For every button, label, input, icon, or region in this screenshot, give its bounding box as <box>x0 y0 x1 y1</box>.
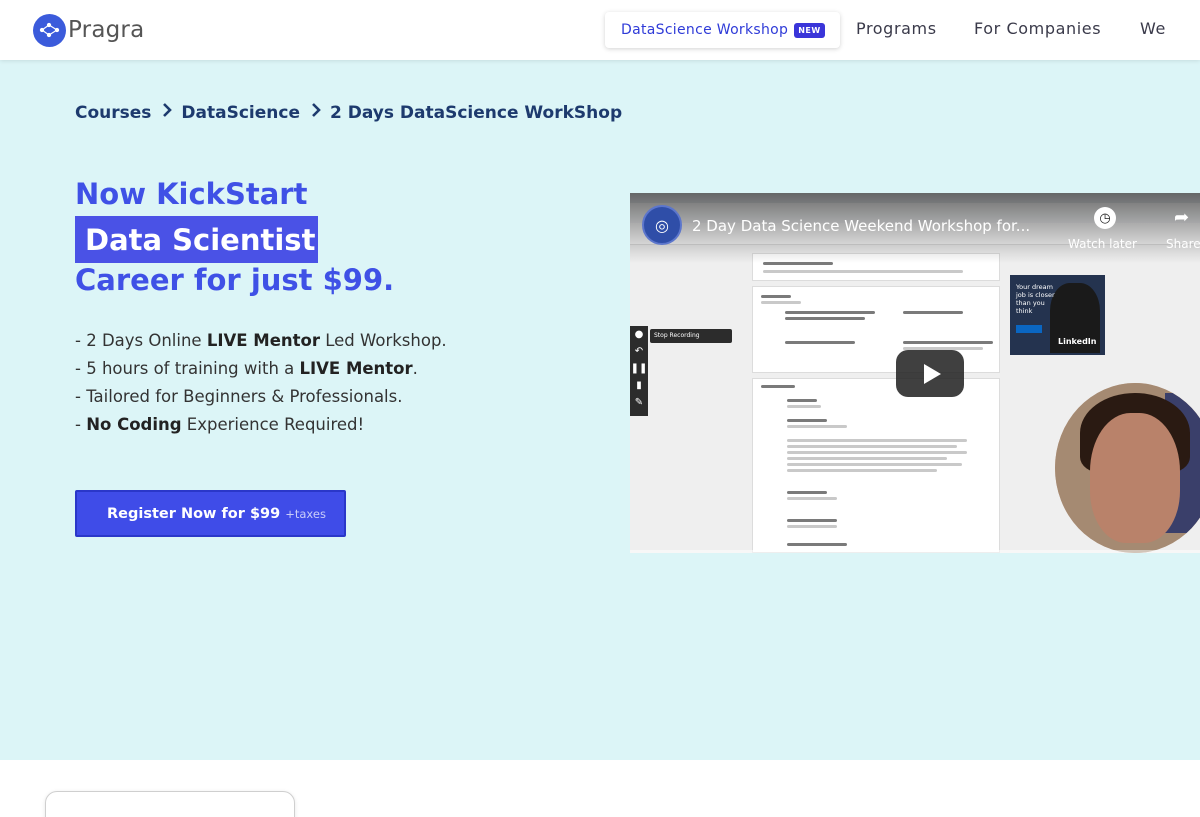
stop-recording-label: Stop Recording <box>650 329 732 343</box>
breadcrumb: Courses DataScience 2 Days DataScience W… <box>75 102 622 123</box>
watch-later-label[interactable]: Watch later <box>1068 237 1137 251</box>
trash-icon: ▮ <box>636 380 642 391</box>
hero-bullets: - 2 Days Online LIVE Mentor Led Workshop… <box>75 327 447 439</box>
webcam-bubble <box>1055 383 1200 553</box>
play-icon <box>923 363 941 384</box>
linkedin-ad: Your dream job is closer than you think … <box>1010 275 1105 355</box>
channel-avatar-icon[interactable]: ◎ <box>642 205 682 245</box>
bullet-item: - 5 hours of training with a LIVE Mentor… <box>75 359 418 378</box>
video-player[interactable]: Your dream job is closer than you think … <box>630 193 1200 553</box>
chevron-right-icon <box>310 102 322 123</box>
new-badge: NEW <box>794 22 825 38</box>
datascience-workshop-button[interactable]: DataScience Workshop NEW <box>605 12 840 48</box>
section-tab[interactable] <box>45 791 295 817</box>
clock-icon[interactable]: ◷ <box>1094 207 1116 229</box>
logo-network-icon <box>33 13 66 47</box>
share-icon[interactable]: ➦ <box>1174 207 1189 228</box>
ad-brand: LinkedIn <box>1058 337 1097 346</box>
pen-icon: ✎ <box>634 397 644 408</box>
hero-headline-3: Career for just $99. <box>75 263 395 297</box>
undo-icon: ↶ <box>634 346 644 357</box>
breadcrumb-datascience[interactable]: DataScience <box>181 103 300 123</box>
ad-button <box>1016 325 1042 333</box>
share-label[interactable]: Share <box>1166 237 1200 251</box>
record-icon: ● <box>634 329 644 340</box>
logo[interactable]: Pragra <box>33 13 145 47</box>
ad-text: Your dream job is closer than you think <box>1016 283 1055 315</box>
breadcrumb-current: 2 Days DataScience WorkShop <box>330 102 623 123</box>
bullet-item: - No Coding Experience Required! <box>75 415 365 434</box>
top-nav: Pragra DataScience Workshop NEW Programs… <box>0 0 1200 60</box>
play-button[interactable] <box>896 350 964 397</box>
hero-highlight: Data Scientist <box>75 216 318 263</box>
register-button-suffix: +taxes <box>285 506 326 521</box>
video-progress-bar[interactable] <box>630 550 1200 553</box>
register-button[interactable]: Register Now for $99 +taxes <box>75 490 346 537</box>
recording-toolbar: ● ↶ ❚❚ ▮ ✎ <box>630 326 648 416</box>
nav-link-we[interactable]: We <box>1140 19 1166 38</box>
experience-card <box>752 378 1000 553</box>
workshop-pill-label: DataScience Workshop <box>621 22 789 38</box>
bullet-item: - Tailored for Beginners & Professionals… <box>75 387 403 406</box>
video-title[interactable]: 2 Day Data Science Weekend Workshop for.… <box>692 217 1030 235</box>
nav-link-programs[interactable]: Programs <box>856 19 937 38</box>
logo-text: Pragra <box>68 17 145 43</box>
register-button-label: Register Now for $99 <box>107 505 281 522</box>
hero-headline-1: Now KickStart <box>75 177 308 211</box>
chevron-right-icon <box>161 102 173 123</box>
nav-link-for-companies[interactable]: For Companies <box>974 19 1101 38</box>
breadcrumb-courses[interactable]: Courses <box>75 103 151 123</box>
bullet-item: - 2 Days Online LIVE Mentor Led Workshop… <box>75 331 447 350</box>
pause-icon: ❚❚ <box>630 363 648 374</box>
